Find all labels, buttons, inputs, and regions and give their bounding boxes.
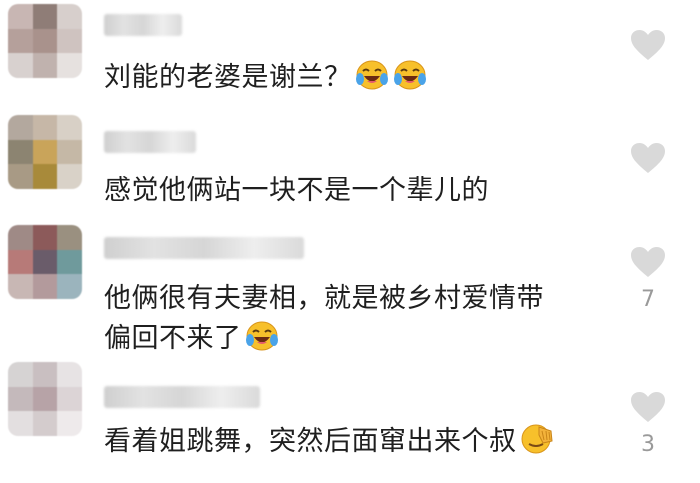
comment-item: 他俩很有夫妻相，就是被乡村爱情带 偏回不来了 7	[0, 225, 700, 355]
username-blurred[interactable]	[104, 237, 304, 259]
like-button[interactable]	[628, 28, 668, 70]
like-count: 7	[641, 287, 655, 312]
like-button[interactable]	[628, 141, 668, 183]
like-button[interactable]: 3	[628, 390, 668, 457]
comment-item: 看着姐跳舞，突然后面窜出来个叔 3	[0, 360, 700, 483]
username-blurred[interactable]	[104, 14, 182, 36]
laughing-crying-emoji	[354, 59, 390, 103]
comment-item: 刘能的老婆是谢兰？	[0, 0, 700, 115]
comment-text: 感觉他俩站一块不是一个辈儿的	[104, 171, 590, 211]
comment-body: 感觉他俩站一块不是一个辈儿的	[104, 175, 489, 206]
username-blurred[interactable]	[104, 131, 196, 153]
avatar[interactable]	[8, 362, 82, 436]
comment-item: 感觉他俩站一块不是一个辈儿的	[0, 115, 700, 225]
like-count: 3	[641, 432, 655, 457]
heart-icon	[631, 143, 665, 173]
avatar[interactable]	[8, 115, 82, 189]
laughing-crying-emoji	[392, 59, 428, 103]
facepalm-emoji	[519, 423, 555, 467]
username-blurred[interactable]	[104, 386, 260, 408]
heart-icon	[631, 247, 665, 277]
laughing-crying-emoji	[244, 320, 280, 364]
comment-body: 看着姐跳舞，突然后面窜出来个叔	[104, 426, 517, 457]
heart-icon	[631, 30, 665, 60]
comment-text: 刘能的老婆是谢兰？	[104, 58, 590, 103]
heart-icon	[631, 392, 665, 422]
avatar[interactable]	[8, 4, 82, 78]
like-button[interactable]: 7	[628, 245, 668, 312]
comment-text: 看着姐跳舞，突然后面窜出来个叔	[104, 422, 590, 467]
comment-body-line-2: 偏回不来了	[104, 323, 242, 354]
avatar[interactable]	[8, 225, 82, 299]
comment-body-line-1: 他俩很有夫妻相，就是被乡村爱情带	[104, 283, 544, 314]
comment-text: 他俩很有夫妻相，就是被乡村爱情带 偏回不来了	[104, 279, 590, 364]
comment-body: 刘能的老婆是谢兰？	[104, 62, 352, 93]
